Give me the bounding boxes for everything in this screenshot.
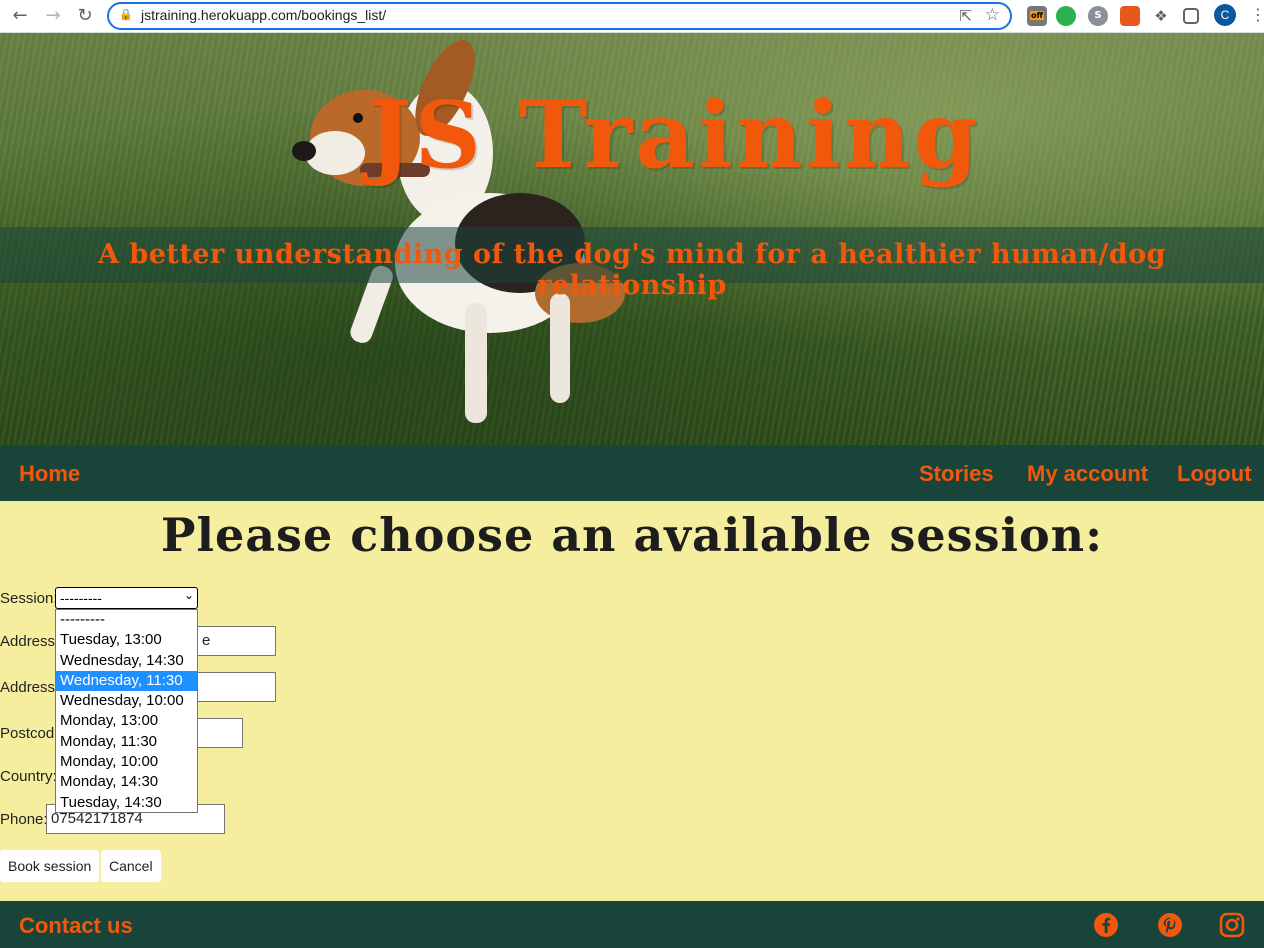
session-dropdown-list[interactable]: --------- Tuesday, 13:00 Wednesday, 14:3… <box>55 609 198 813</box>
site-title: JS Training <box>368 81 981 189</box>
session-option[interactable]: Monday, 11:30 <box>56 732 197 752</box>
profile-avatar[interactable]: C <box>1214 4 1236 26</box>
bookmark-star-icon[interactable]: ☆ <box>985 5 1000 25</box>
nav-account-link[interactable]: My account <box>1027 461 1148 487</box>
session-option[interactable]: Monday, 13:00 <box>56 711 197 731</box>
nav-home-link[interactable]: Home <box>19 461 80 487</box>
address1-input-value: e <box>202 632 211 649</box>
address2-label: Address <box>0 679 56 696</box>
address-bar[interactable]: 🔒 jstraining.herokuapp.com/bookings_list… <box>107 2 1012 30</box>
address1-label: Address <box>0 633 56 650</box>
session-option-highlighted[interactable]: Wednesday, 11:30 <box>56 670 197 692</box>
extensions-puzzle-icon[interactable]: ❖ <box>1151 6 1171 26</box>
browser-toolbar: ← → ↻ 🔒 jstraining.herokuapp.com/booking… <box>0 0 1264 33</box>
session-option[interactable]: Wednesday, 10:00 <box>56 691 197 711</box>
session-option[interactable]: Wednesday, 14:30 <box>56 651 197 671</box>
lock-icon: 🔒 <box>119 8 133 21</box>
extension-off-label: off <box>1030 11 1044 20</box>
forward-icon[interactable]: → <box>42 5 64 27</box>
extension-orange-icon[interactable] <box>1120 6 1140 26</box>
book-session-button[interactable]: Book session <box>0 850 100 882</box>
menu-kebab-icon[interactable]: ⋮ <box>1250 5 1264 25</box>
session-select[interactable]: --------- ⌄ <box>55 587 198 609</box>
nav-logout-link[interactable]: Logout <box>1177 461 1252 487</box>
pinterest-icon[interactable] <box>1157 912 1183 938</box>
hero-banner: JS Training A better understanding of th… <box>0 33 1264 445</box>
instagram-icon[interactable] <box>1219 912 1245 938</box>
contact-us-link[interactable]: Contact us <box>19 913 133 939</box>
session-option[interactable]: --------- <box>56 610 197 630</box>
postcode-label: Postcode <box>0 725 63 742</box>
country-label: Country: <box>0 768 57 785</box>
session-option[interactable]: Tuesday, 14:30 <box>56 793 197 813</box>
cancel-button[interactable]: Cancel <box>101 850 161 882</box>
back-icon[interactable]: ← <box>9 5 31 27</box>
skype-icon[interactable]: S <box>1088 6 1108 26</box>
nav-stories-link[interactable]: Stories <box>919 461 994 487</box>
footer: Contact us <box>0 901 1264 948</box>
session-select-value: --------- <box>60 590 102 606</box>
phone-label: Phone: <box>0 811 48 828</box>
session-label: Session: <box>0 590 58 607</box>
extension-green-icon[interactable] <box>1056 6 1076 26</box>
chevron-down-icon: ⌄ <box>183 588 194 602</box>
reload-icon[interactable]: ↻ <box>74 5 96 27</box>
main-navbar: Home Stories My account Logout <box>0 445 1264 501</box>
session-option[interactable]: Monday, 10:00 <box>56 752 197 772</box>
session-option[interactable]: Tuesday, 13:00 <box>56 630 197 650</box>
extension-off-icon[interactable]: off <box>1027 6 1047 26</box>
facebook-icon[interactable] <box>1093 912 1119 938</box>
share-icon[interactable]: ⇱ <box>959 7 972 25</box>
page-heading: Please choose an available session: <box>160 508 1104 562</box>
url-text[interactable]: jstraining.herokuapp.com/bookings_list/ <box>141 7 386 23</box>
session-option[interactable]: Monday, 14:30 <box>56 772 197 792</box>
site-tagline: A better understanding of the dog's mind… <box>97 239 1167 301</box>
side-panel-icon[interactable] <box>1183 8 1199 24</box>
